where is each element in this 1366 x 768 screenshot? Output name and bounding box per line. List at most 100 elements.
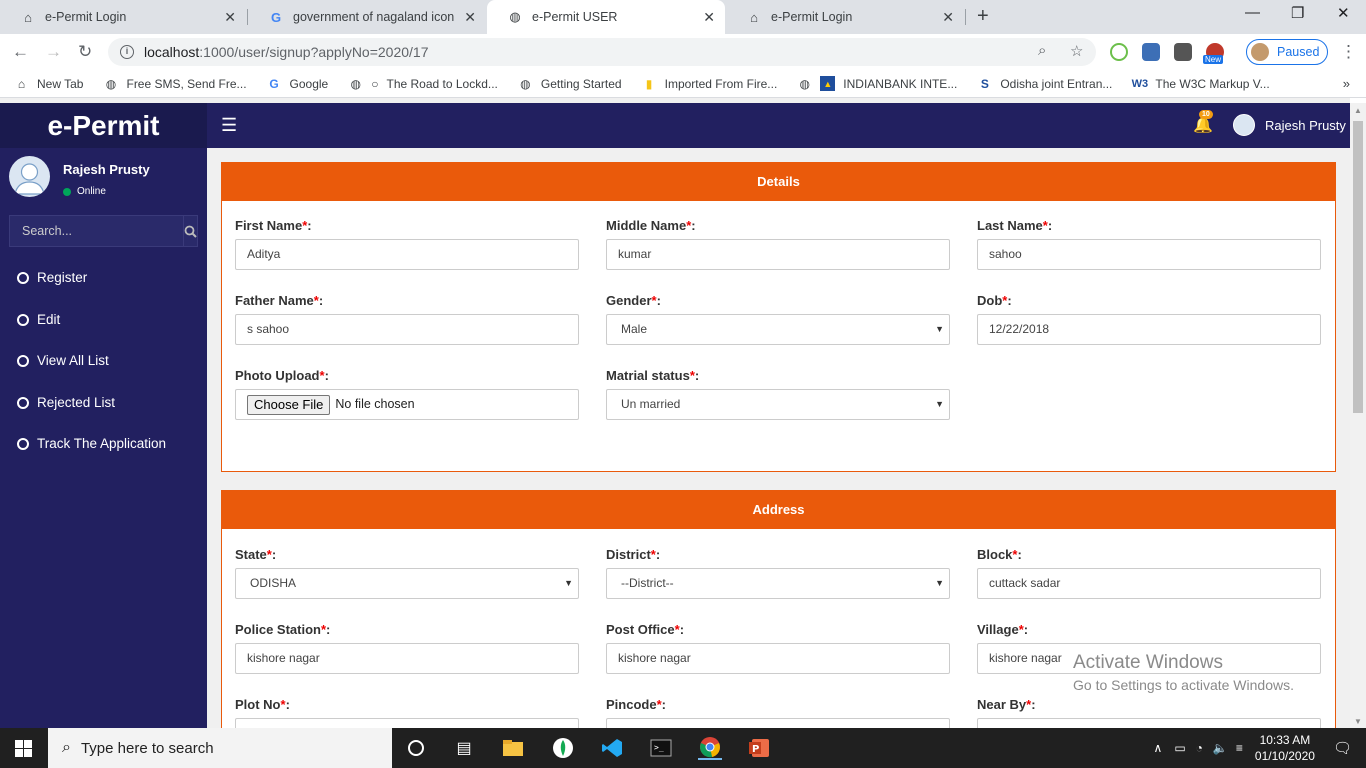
chevron-up-icon[interactable]: ∧ bbox=[1154, 741, 1163, 755]
terminal-icon[interactable]: >_ bbox=[649, 736, 673, 760]
reload-icon[interactable]: ↻ bbox=[78, 42, 92, 62]
post-office-field[interactable]: kishore nagar bbox=[606, 643, 950, 674]
father-name-field[interactable]: s sahoo bbox=[235, 314, 579, 345]
bookmark-item[interactable]: ⌂ New Tab bbox=[14, 76, 84, 91]
block-field[interactable]: cuttack sadar bbox=[977, 568, 1321, 599]
photo-upload-field: Choose File No file chosen bbox=[235, 389, 579, 420]
last-name-field[interactable]: sahoo bbox=[977, 239, 1321, 270]
bookmark-item[interactable]: W3 The W3C Markup V... bbox=[1132, 76, 1270, 91]
wifi-icon[interactable]: ◔ bbox=[1196, 741, 1203, 755]
language-icon[interactable]: ≡ bbox=[1236, 741, 1243, 755]
hamburger-menu-icon[interactable]: ☰ bbox=[221, 115, 237, 136]
forward-icon[interactable]: → bbox=[45, 42, 62, 62]
plot-no-label: Plot No*: bbox=[235, 697, 290, 712]
sidebar-search bbox=[9, 215, 198, 247]
state-select[interactable]: ODISHA ▼ bbox=[235, 568, 579, 599]
clock[interactable]: 10:33 AM 01/10/2020 bbox=[1255, 732, 1315, 764]
gender-label: Gender*: bbox=[606, 293, 661, 308]
bookmark-item[interactable]: ◍ ○ The Road to Lockd... bbox=[348, 76, 497, 91]
bookmark-item[interactable]: S Odisha joint Entran... bbox=[977, 76, 1113, 91]
bookmark-item[interactable]: G Google bbox=[267, 76, 328, 91]
mail-extension-icon[interactable] bbox=[1142, 43, 1160, 61]
bookmark-item[interactable]: ▮ Imported From Fire... bbox=[642, 76, 778, 91]
new-tab-button[interactable]: + bbox=[977, 5, 989, 28]
village-label: Village*: bbox=[977, 622, 1029, 637]
site-info-icon[interactable]: i bbox=[120, 45, 134, 59]
tab-title: e-Permit USER bbox=[532, 10, 618, 24]
district-select[interactable]: --District-- ▼ bbox=[606, 568, 950, 599]
minimize-icon[interactable]: — bbox=[1245, 4, 1260, 21]
close-window-icon[interactable]: ✕ bbox=[1337, 4, 1350, 22]
battery-icon[interactable]: ▭ bbox=[1174, 741, 1185, 755]
bookmark-item[interactable]: ◍ ▲ INDIANBANK INTE... bbox=[797, 76, 957, 91]
nodejs-extension-icon[interactable] bbox=[1110, 43, 1128, 61]
first-name-field[interactable]: Aditya bbox=[235, 239, 579, 270]
page-scrollbar[interactable]: ▲ ▼ bbox=[1350, 103, 1366, 728]
sidebar-item-edit[interactable]: Edit bbox=[17, 312, 60, 327]
sidebar-item-rejected-list[interactable]: Rejected List bbox=[17, 395, 115, 410]
restore-icon[interactable]: ❐ bbox=[1291, 4, 1304, 22]
district-label: District*: bbox=[606, 547, 661, 562]
tab-title: e-Permit Login bbox=[771, 10, 853, 24]
bookmark-item[interactable]: ◍ Getting Started bbox=[518, 76, 621, 91]
choose-file-button[interactable]: Choose File bbox=[247, 394, 331, 415]
pincode-field[interactable] bbox=[606, 718, 950, 728]
sidebar-item-register[interactable]: Register bbox=[17, 270, 87, 285]
browser-tab-4[interactable]: ⌂ e-Permit Login ✕ bbox=[726, 0, 964, 34]
online-status: Online bbox=[63, 186, 106, 197]
close-tab-icon[interactable]: ✕ bbox=[224, 9, 236, 26]
marital-status-select[interactable]: Un married ▼ bbox=[606, 389, 950, 420]
dob-field[interactable]: 12/22/2018 bbox=[977, 314, 1321, 345]
scrollbar-thumb[interactable] bbox=[1353, 121, 1363, 413]
sidebar-item-track-application[interactable]: Track The Application bbox=[17, 436, 166, 451]
search-icon[interactable] bbox=[183, 216, 197, 246]
close-tab-icon[interactable]: ✕ bbox=[703, 9, 715, 26]
close-tab-icon[interactable]: ✕ bbox=[464, 9, 476, 26]
father-name-label: Father Name*: bbox=[235, 293, 324, 308]
tab-title: e-Permit Login bbox=[45, 10, 127, 24]
vscode-icon[interactable] bbox=[600, 736, 624, 760]
middle-name-field[interactable]: kumar bbox=[606, 239, 950, 270]
windows-start-icon[interactable] bbox=[15, 740, 32, 757]
profile-button[interactable]: Paused bbox=[1246, 39, 1328, 65]
app-brand[interactable]: e-Permit bbox=[0, 103, 207, 148]
near-by-field[interactable] bbox=[977, 718, 1321, 728]
taskbar-search-placeholder: Type here to search bbox=[80, 739, 214, 757]
file-explorer-icon[interactable] bbox=[501, 736, 525, 760]
browser-tab-2[interactable]: G government of nagaland icon - G ✕ bbox=[248, 0, 486, 34]
chrome-icon[interactable] bbox=[698, 736, 722, 760]
globe-icon: ◍ bbox=[105, 76, 117, 91]
windows-taskbar: ⌕ Type here to search ▤ >_ P ∧ ▭ ◔ 🔈 ≡ 1… bbox=[0, 728, 1366, 768]
back-icon[interactable]: ← bbox=[12, 42, 29, 62]
plot-no-field[interactable] bbox=[235, 718, 579, 728]
tool-extension-icon[interactable] bbox=[1174, 43, 1192, 61]
taskbar-search[interactable]: ⌕ Type here to search bbox=[48, 728, 392, 768]
browser-menu-icon[interactable]: ⋮ bbox=[1340, 42, 1357, 62]
browser-tab-1[interactable]: ⌂ e-Permit Login ✕ bbox=[0, 0, 246, 34]
browser-tab-3-active[interactable]: ◍ e-Permit USER ✕ bbox=[487, 0, 725, 34]
address-bar[interactable]: i localhost:1000/user/signup?applyNo=202… bbox=[108, 38, 1096, 66]
scroll-down-icon[interactable]: ▼ bbox=[1354, 717, 1362, 726]
scroll-up-icon[interactable]: ▲ bbox=[1354, 106, 1362, 115]
mongodb-compass-icon[interactable] bbox=[551, 736, 575, 760]
police-station-field[interactable]: kishore nagar bbox=[235, 643, 579, 674]
browser-tab-strip: ⌂ e-Permit Login ✕ G government of nagal… bbox=[0, 0, 1366, 34]
bookmark-star-icon[interactable]: ☆ bbox=[1070, 42, 1083, 60]
bookmark-item[interactable]: ◍ Free SMS, Send Fre... bbox=[103, 76, 247, 91]
tab-separator bbox=[965, 9, 966, 25]
volume-icon[interactable]: 🔈 bbox=[1213, 741, 1228, 755]
close-tab-icon[interactable]: ✕ bbox=[942, 9, 954, 26]
bookmarks-overflow-button[interactable]: » bbox=[1343, 76, 1350, 91]
powerpoint-icon[interactable]: P bbox=[747, 736, 771, 760]
zoom-icon[interactable]: ⌕ bbox=[1038, 42, 1046, 59]
notifications-icon[interactable]: 🗨 bbox=[1333, 739, 1352, 757]
gender-select[interactable]: Male ▼ bbox=[606, 314, 950, 345]
search-input[interactable] bbox=[10, 216, 183, 246]
cortana-icon[interactable] bbox=[404, 736, 428, 760]
user-menu[interactable]: Rajesh Prusty bbox=[1233, 114, 1346, 136]
globe-icon: ◍ bbox=[509, 9, 521, 24]
task-view-icon[interactable]: ▤ bbox=[452, 736, 476, 760]
sidebar-item-view-all-list[interactable]: View All List bbox=[17, 353, 109, 368]
apps-icon: ⌂ bbox=[17, 76, 26, 91]
details-header: Details bbox=[222, 163, 1335, 201]
